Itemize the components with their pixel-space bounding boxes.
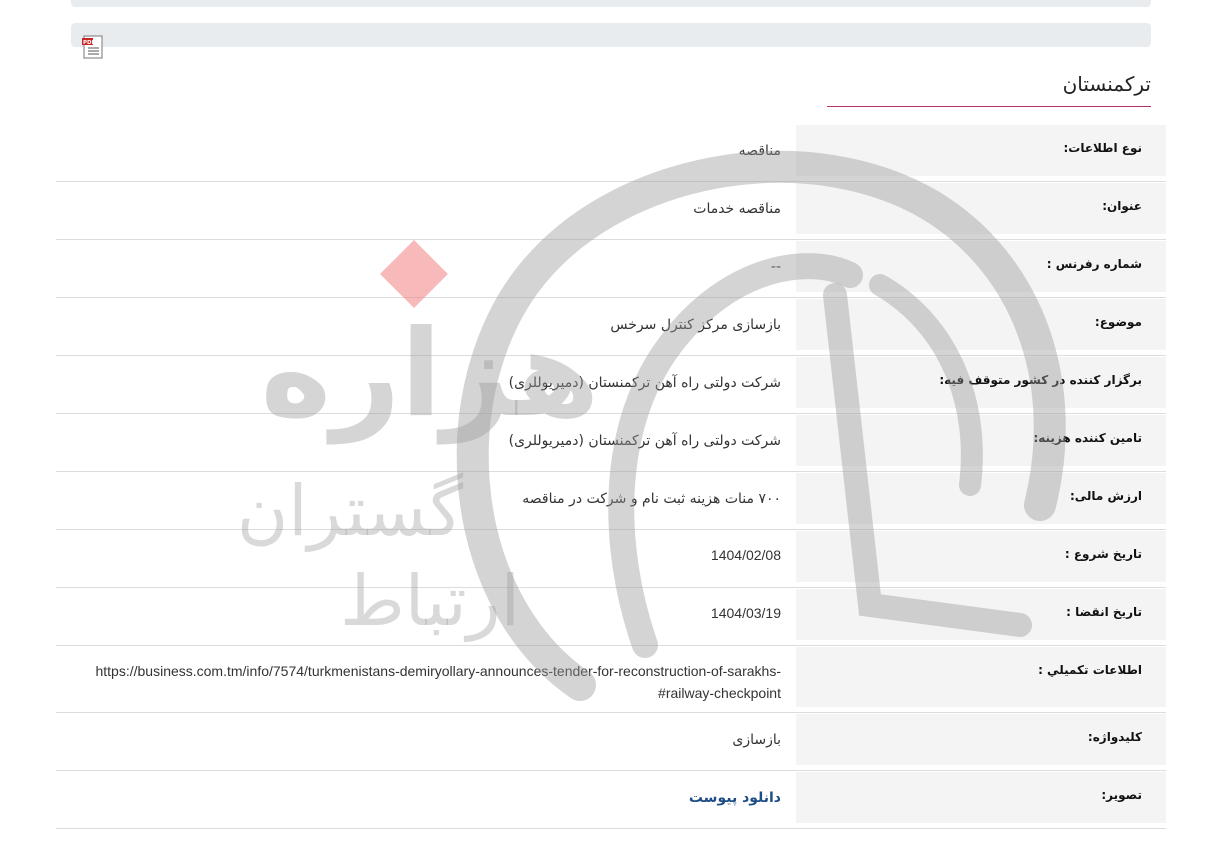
row-value: 1404/03/19 [710,605,781,621]
page-title: ترکمنستان [827,72,1151,107]
row-value: دانلود پیوست [56,771,796,828]
pdf-document-icon[interactable]: PDF [81,35,105,59]
toolbar-bar [71,23,1151,47]
table-row: تاریخ انقضا : 1404/03/19 [56,588,1166,646]
row-value: شرکت دولتی راه آهن ترکمنستان (دمیریوللری… [508,433,781,449]
row-value: مناقصه خدمات [693,201,781,217]
table-row: تاریخ شروع : 1404/02/08 [56,530,1166,588]
row-value: بازسازی [732,732,781,748]
table-row: ارزش مالی: ۷۰۰ منات هزینه ثبت نام و شرکت… [56,472,1166,530]
download-attachment-link[interactable]: دانلود پیوست [689,790,781,806]
table-row: نوع اطلاعات: مناقصه [56,124,1166,182]
row-value: شرکت دولتی راه آهن ترکمنستان (دمیریوللری… [508,375,781,391]
table-row: کلیدواژه: بازسازی [56,713,1166,771]
table-row: برگزار کننده در کشور متوقف فیه: شرکت دول… [56,356,1166,414]
svg-text:PDF: PDF [83,40,96,46]
row-value: ۷۰۰ منات هزینه ثبت نام و شرکت در مناقصه [522,491,781,507]
row-label: تامین کننده هزینه: [796,415,1166,466]
row-value: بازسازی مرکز کنترل سرخس [610,317,781,333]
row-label: تصویر: [796,772,1166,823]
row-label: برگزار کننده در کشور متوقف فیه: [796,357,1166,408]
row-value-link-text[interactable]: https://business.com.tm/info/7574/turkme… [56,646,796,712]
row-label: نوع اطلاعات: [796,125,1166,176]
table-row: عنوان: مناقصه خدمات [56,182,1166,240]
table-row: اطلاعات تکمیلي : https://business.com.tm… [56,646,1166,713]
table-row: شماره رفرنس : -- [56,240,1166,298]
row-label: موضوع: [796,299,1166,350]
row-value: مناقصه [738,143,781,159]
row-label: تاریخ انقضا : [796,589,1166,640]
table-row: تامین کننده هزینه: شرکت دولتی راه آهن تر… [56,414,1166,472]
table-row: تصویر: دانلود پیوست [56,771,1166,829]
row-value: -- [770,259,781,275]
row-label: عنوان: [796,183,1166,234]
row-label: اطلاعات تکمیلي : [796,647,1166,707]
row-label: ارزش مالی: [796,473,1166,524]
info-table: نوع اطلاعات: مناقصه عنوان: مناقصه خدمات … [56,124,1166,829]
top-bar [71,0,1151,7]
row-label: کلیدواژه: [796,714,1166,765]
table-row: موضوع: بازسازی مرکز کنترل سرخس [56,298,1166,356]
row-value: 1404/02/08 [710,547,781,563]
row-label: تاریخ شروع : [796,531,1166,582]
row-label: شماره رفرنس : [796,241,1166,292]
